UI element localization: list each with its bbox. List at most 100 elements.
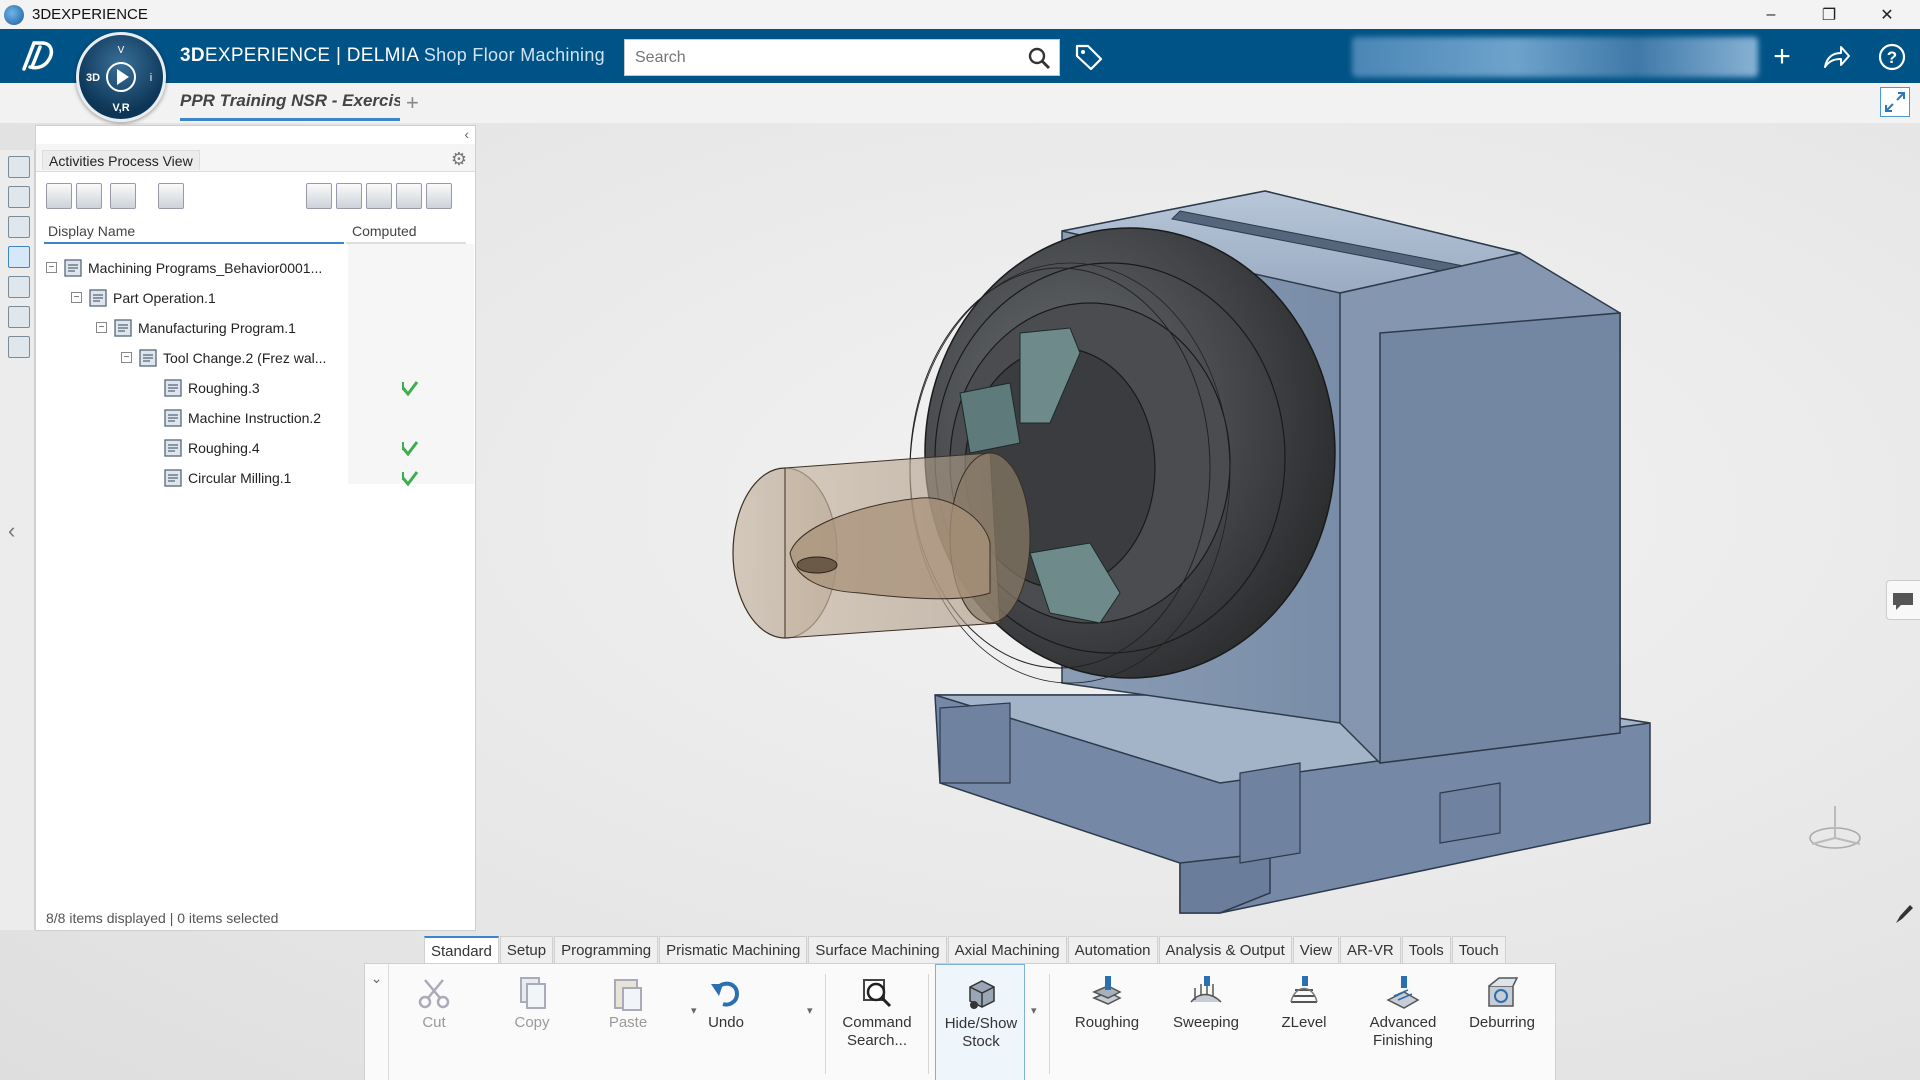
command-search-button[interactable]: Command Search... xyxy=(832,964,922,1080)
group-icon[interactable] xyxy=(158,183,184,209)
export-icon[interactable] xyxy=(426,183,452,209)
compass-widget[interactable]: V 3D i V,R xyxy=(76,32,166,122)
tree-expander[interactable]: − xyxy=(121,352,132,363)
tab-touch[interactable]: Touch xyxy=(1451,936,1506,964)
chevron-left-icon[interactable]: ‹ xyxy=(8,518,15,544)
activities-icon[interactable] xyxy=(8,246,30,268)
axis-triad-icon[interactable] xyxy=(1800,800,1870,860)
advanced-finishing-button[interactable]: Advanced Finishing xyxy=(1358,964,1448,1080)
tree-expander[interactable]: − xyxy=(46,262,57,273)
tree-expander[interactable]: − xyxy=(96,322,107,333)
panel-toolbar xyxy=(36,178,475,214)
action-bar-tabs: Standard Setup Programming Prismatic Machin… xyxy=(424,936,1507,964)
tree-row-label: Circular Milling.1 xyxy=(188,470,292,486)
undo-dropdown-icon[interactable]: ▾ xyxy=(807,1004,813,1017)
tab-ppr-training[interactable]: PPR Training NSR - Exercis xyxy=(180,91,400,121)
left-toolbar: ‹ xyxy=(0,150,35,930)
undo-button[interactable]: Undo xyxy=(681,964,771,1080)
columns-icon[interactable] xyxy=(366,183,392,209)
add-icon[interactable]: + xyxy=(1764,39,1800,75)
search-input[interactable] xyxy=(625,40,1005,75)
collapse-tree-icon[interactable] xyxy=(76,183,102,209)
deburring-button[interactable]: Deburring xyxy=(1457,964,1547,1080)
stock-dropdown-icon[interactable]: ▾ xyxy=(1031,1004,1037,1017)
tag-icon[interactable] xyxy=(1074,43,1104,71)
panel-title[interactable]: Activities Process View xyxy=(42,150,200,170)
hide-show-stock-button[interactable]: Hide/Show Stock xyxy=(935,964,1025,1080)
tab-view[interactable]: View xyxy=(1292,936,1340,964)
minimize-button[interactable]: – xyxy=(1742,0,1800,29)
sweeping-button[interactable]: Sweeping xyxy=(1161,964,1251,1080)
tab-setup[interactable]: Setup xyxy=(499,936,554,964)
insert-activity-icon[interactable] xyxy=(110,183,136,209)
tree-row[interactable]: Circular Milling.1 xyxy=(36,464,475,492)
tree-row[interactable]: Roughing.3 xyxy=(36,374,475,402)
fullscreen-toggle-icon[interactable] xyxy=(1880,87,1910,117)
scissors-icon xyxy=(418,979,450,1009)
tab-automation[interactable]: Automation xyxy=(1067,936,1158,964)
tab-analysis-output[interactable]: Analysis & Output xyxy=(1158,936,1292,964)
brand-title: 3DEXPERIENCE | DELMIA Shop Floor Machini… xyxy=(180,45,605,67)
tab-programming[interactable]: Programming xyxy=(554,936,659,964)
hide-show-stock-label: Hide/Show Stock xyxy=(944,1015,1018,1050)
machine-icon[interactable] xyxy=(8,216,30,238)
tree-row[interactable]: − Machining Programs_Behavior0001... xyxy=(36,254,475,282)
deburring-label: Deburring xyxy=(1469,1014,1535,1031)
paste-label: Paste xyxy=(608,1014,648,1031)
help-icon[interactable]: ? xyxy=(1874,39,1910,75)
brand-main: EXPERIENCE | DELMIA xyxy=(204,45,419,66)
tree-row[interactable]: − Manufacturing Program.1 xyxy=(36,314,475,342)
tab-prismatic-machining[interactable]: Prismatic Machining xyxy=(659,936,808,964)
comment-icon[interactable] xyxy=(1886,580,1920,620)
tree-row[interactable]: Machine Instruction.2 xyxy=(36,404,475,432)
tree-row-label: Machine Instruction.2 xyxy=(188,410,322,426)
roughing-button[interactable]: Roughing xyxy=(1062,964,1152,1080)
tree-row[interactable]: Roughing.4 xyxy=(36,434,475,462)
chevron-down-icon[interactable]: ⌄ xyxy=(365,964,389,1080)
table-view-icon[interactable] xyxy=(8,306,30,328)
gear-icon[interactable]: ⚙ xyxy=(451,149,467,170)
copy-button[interactable]: Copy xyxy=(487,964,577,1080)
machine-instruction-icon xyxy=(162,407,184,429)
advanced-finishing-label: Advanced Finishing xyxy=(1369,1014,1437,1049)
play-icon[interactable] xyxy=(117,69,129,85)
computed-check-icon xyxy=(400,468,420,488)
expand-tree-icon[interactable] xyxy=(46,183,72,209)
cut-button[interactable]: Cut xyxy=(389,964,479,1080)
search-tree-icon[interactable] xyxy=(306,183,332,209)
tab-tools[interactable]: Tools xyxy=(1401,936,1451,964)
roughing-label: Roughing xyxy=(1074,1014,1140,1031)
pen-icon[interactable] xyxy=(1892,902,1916,926)
settings-icon[interactable] xyxy=(396,183,422,209)
app-header: 3DEXPERIENCE | DELMIA Shop Floor Machini… xyxy=(0,29,1920,83)
tab-ar-vr[interactable]: AR-VR xyxy=(1340,936,1401,964)
column-header-name[interactable]: Display Name xyxy=(44,218,344,244)
tree-row[interactable]: − Part Operation.1 xyxy=(36,284,475,312)
tab-axial-machining[interactable]: Axial Machining xyxy=(947,936,1067,964)
separator xyxy=(825,974,826,1074)
document-icon[interactable] xyxy=(8,336,30,358)
tree-row-label: Part Operation.1 xyxy=(113,290,216,306)
paste-button[interactable]: Paste xyxy=(583,964,673,1080)
user-profile-area[interactable] xyxy=(1352,37,1758,77)
product-structure-icon[interactable] xyxy=(8,156,30,178)
dassault-logo-icon[interactable] xyxy=(18,37,58,77)
tree-expander[interactable]: − xyxy=(71,292,82,303)
share-icon[interactable] xyxy=(1818,39,1854,75)
tree-row[interactable]: − Tool Change.2 (Frez wal... xyxy=(36,344,475,372)
column-header-computed[interactable]: Computed xyxy=(346,218,466,244)
close-window-button[interactable]: ✕ xyxy=(1858,0,1916,29)
computed-check-icon xyxy=(400,438,420,458)
camera-icon[interactable] xyxy=(8,276,30,298)
tab-surface-machining[interactable]: Surface Machining xyxy=(808,936,947,964)
zlevel-button[interactable]: ZLevel xyxy=(1259,964,1349,1080)
command-search-label: Command Search... xyxy=(842,1014,912,1049)
search-icon[interactable] xyxy=(1027,46,1051,70)
collapse-panel-icon[interactable]: ‹ xyxy=(464,126,469,142)
filter-icon[interactable] xyxy=(336,183,362,209)
add-tab-button[interactable]: + xyxy=(406,90,419,116)
restore-button[interactable]: ❐ xyxy=(1800,0,1858,29)
tree-row-label: Roughing.4 xyxy=(188,440,260,456)
tab-standard[interactable]: Standard xyxy=(424,936,499,964)
resources-icon[interactable] xyxy=(8,186,30,208)
